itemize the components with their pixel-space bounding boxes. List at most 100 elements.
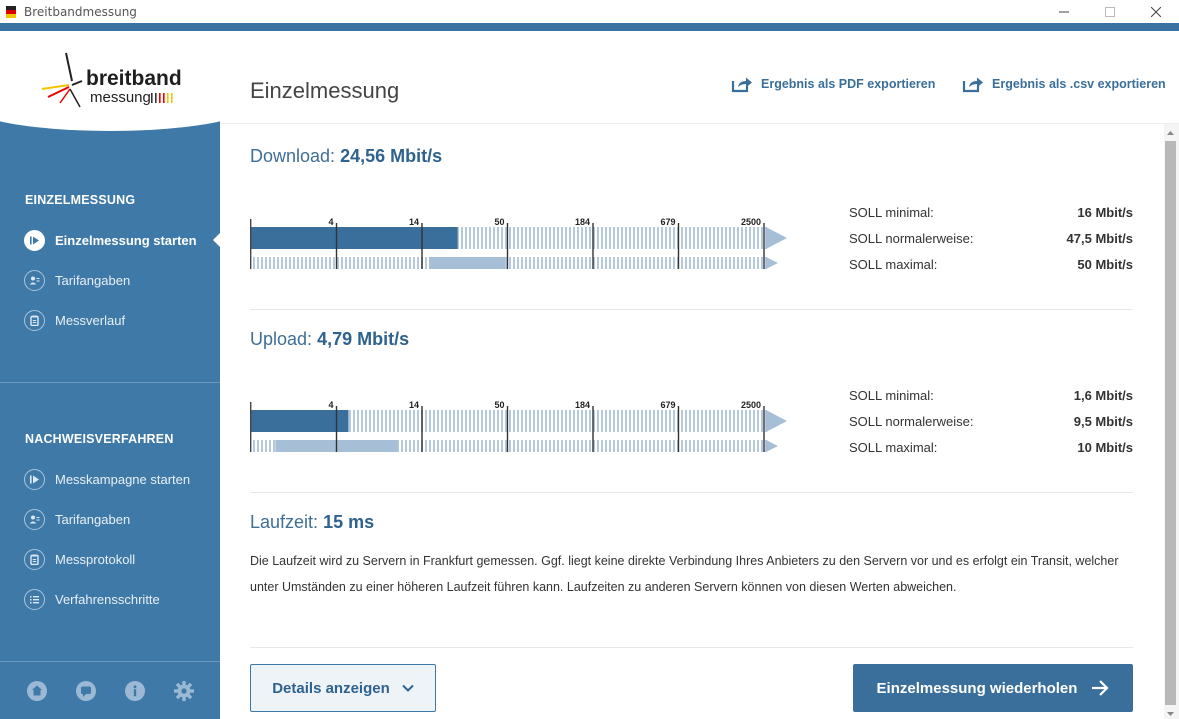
scroll-up-arrow-icon[interactable]	[1165, 128, 1176, 138]
gauge-stripe	[553, 410, 555, 432]
gauge-stripe	[573, 440, 575, 452]
export-pdf-link[interactable]: Ergebnis als PDF exportieren	[731, 75, 935, 93]
gauge-stripe	[493, 227, 495, 249]
home-icon[interactable]	[26, 680, 48, 702]
gauge-stripe	[485, 227, 487, 249]
gauge-stripe	[437, 440, 439, 452]
gauge-stripe	[481, 227, 483, 249]
gauge-stripe	[521, 257, 523, 269]
gauge-stripe	[681, 257, 683, 269]
gauge-stripe	[401, 410, 403, 432]
gauge-stripe	[757, 257, 759, 269]
gauge-stripe	[373, 257, 375, 269]
gauge-stripe	[585, 440, 587, 452]
gauge-stripe	[633, 440, 635, 452]
gauge-stripe	[681, 410, 683, 432]
gauge-stripe	[629, 227, 631, 249]
nav-item-messkampagne-starten[interactable]: Messkampagne starten	[24, 468, 190, 490]
gauge-stripe	[429, 410, 431, 432]
nav-item-messprotokoll[interactable]: Messprotokoll	[24, 548, 135, 570]
gauge-stripe	[373, 410, 375, 432]
gauge-stripe	[357, 257, 359, 269]
gauge-stripe	[553, 227, 555, 249]
gauge-stripe	[581, 257, 583, 269]
gauge-stripe	[661, 257, 663, 269]
gauge-stripe	[737, 257, 739, 269]
gauge-stripe	[369, 257, 371, 269]
gauge-stripe	[377, 410, 379, 432]
export-pdf-label: Ergebnis als PDF exportieren	[761, 77, 936, 91]
soll-label: SOLL minimal:	[849, 387, 934, 403]
gear-icon[interactable]	[173, 680, 195, 702]
gauge-stripe	[701, 227, 703, 249]
scrollbar-thumb[interactable]	[1165, 141, 1176, 705]
gauge-stripe	[533, 410, 535, 432]
maximize-button[interactable]	[1087, 0, 1133, 23]
gauge-tick-label: 50	[494, 400, 504, 410]
export-csv-link[interactable]: Ergebnis als .csv exportieren	[962, 75, 1166, 93]
gauge-stripe	[585, 410, 587, 432]
gauge-stripe	[669, 257, 671, 269]
upload-label: Upload:	[250, 329, 313, 349]
nav-item-messverlauf[interactable]: Messverlauf	[24, 309, 125, 331]
gauge-stripe	[521, 410, 523, 432]
repeat-measurement-button[interactable]: Einzelmessung wiederholen	[853, 664, 1133, 712]
close-button[interactable]	[1133, 0, 1179, 23]
gauge-stripe	[649, 410, 651, 432]
chat-icon[interactable]	[75, 680, 97, 702]
gauge-stripe	[669, 227, 671, 249]
gauge-stripe	[469, 410, 471, 432]
runtime-title: Laufzeit: 15 ms	[250, 512, 374, 533]
soll-row-minimal: SOLL minimal: 1,6 Mbit/s	[849, 382, 1133, 408]
minimize-button[interactable]	[1041, 0, 1087, 23]
gauge-stripe	[561, 440, 563, 452]
gauge-stripe	[413, 257, 415, 269]
gauge-stripe	[489, 227, 491, 249]
details-button[interactable]: Details anzeigen	[250, 664, 436, 712]
nav-item-label: Tarifangaben	[55, 272, 131, 288]
gauge-stripe	[737, 440, 739, 452]
gauge-stripe	[509, 410, 511, 432]
gauge-stripe	[397, 410, 399, 432]
window-titlebar: Breitbandmessung	[0, 0, 1179, 23]
nav-item-verfahrensschritte[interactable]: Verfahrensschritte	[24, 588, 160, 610]
gauge-stripe	[725, 257, 727, 269]
gauge-stripe	[757, 227, 759, 249]
gauge-stripe	[305, 257, 307, 269]
gauge-stripe	[561, 227, 563, 249]
section-divider	[250, 647, 1133, 648]
gauge-stripe	[461, 410, 463, 432]
gauge-stripe	[529, 440, 531, 452]
gauge-stripe	[645, 257, 647, 269]
gauge-stripe	[617, 410, 619, 432]
download-soll-table: SOLL minimal: 16 Mbit/s SOLL normalerwei…	[849, 199, 1133, 277]
info-icon[interactable]	[124, 680, 146, 702]
active-indicator	[213, 233, 220, 247]
gauge-stripe	[657, 410, 659, 432]
gauge-tick-line	[592, 223, 594, 269]
gauge-stripe	[757, 440, 759, 452]
share-export-icon	[962, 77, 983, 93]
gauge-stripe	[737, 410, 739, 432]
gauge-stripe	[253, 257, 255, 269]
gauge-stripe	[597, 257, 599, 269]
gauge-stripe	[713, 227, 715, 249]
gauge-stripe	[681, 227, 683, 249]
gauge-stripe	[481, 440, 483, 452]
gauge-stripe	[465, 410, 467, 432]
gauge-stripe	[681, 440, 683, 452]
nav-item-tarifangaben[interactable]: Tarifangaben	[24, 269, 130, 291]
gauge-stripe	[289, 257, 291, 269]
gauge-stripe	[545, 257, 547, 269]
gauge-arrowhead	[766, 227, 787, 249]
gauge-stripe	[673, 440, 675, 452]
nav-item-tarifangaben-2[interactable]: Tarifangaben	[24, 508, 130, 530]
nav-item-einzelmessung-starten[interactable]: Einzelmessung starten	[24, 229, 197, 251]
gauge-tick-label: 14	[409, 400, 419, 410]
window-title: Breitbandmessung	[24, 4, 137, 19]
scroll-down-arrow-icon[interactable]	[1165, 709, 1176, 719]
gauge-stripe	[673, 410, 675, 432]
app-icon	[6, 5, 16, 18]
gauge-stripe	[341, 257, 343, 269]
user-card-icon	[24, 508, 45, 530]
